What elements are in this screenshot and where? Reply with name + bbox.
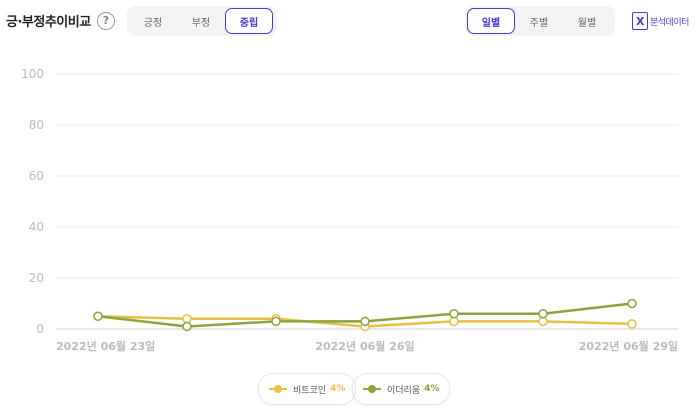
y-tick-label: 60 <box>29 169 44 183</box>
legend-pct: 4% <box>330 384 346 394</box>
data-point <box>449 316 459 327</box>
data-point <box>538 316 548 327</box>
legend-item-bitcoin[interactable]: 비트코인 4% <box>258 373 357 405</box>
data-point <box>93 311 103 321</box>
x-tick-label: 2022년 06월 29일 <box>579 339 678 353</box>
data-point <box>182 314 192 324</box>
legend-swatch-bitcoin <box>269 384 287 394</box>
data-point <box>538 308 548 319</box>
y-tick-label: 40 <box>29 220 44 234</box>
y-tick-label: 100 <box>21 67 44 81</box>
data-point <box>182 321 192 332</box>
data-point <box>271 316 281 327</box>
legend-name: 비트코인 <box>293 385 327 396</box>
data-point <box>360 316 370 327</box>
data-point <box>449 308 459 319</box>
legend-name: 이더리움 <box>387 385 421 396</box>
x-tick-label: 2022년 06월 23일 <box>56 339 155 353</box>
data-point <box>627 319 637 329</box>
y-tick-label: 0 <box>36 322 44 336</box>
legend-swatch-ethereum <box>363 384 381 394</box>
legend-pct: 4% <box>424 384 440 394</box>
trend-line-chart: 0 20 40 60 80 100 2022년 06월 23일 2022년 06월 26일 20… <box>21 67 678 353</box>
y-tick-label: 80 <box>29 118 44 132</box>
x-tick-label: 2022년 06월 26일 <box>315 339 414 353</box>
data-point <box>627 298 637 309</box>
y-tick-label: 20 <box>29 271 44 285</box>
legend-item-ethereum[interactable]: 이더리움 4% <box>352 373 451 405</box>
